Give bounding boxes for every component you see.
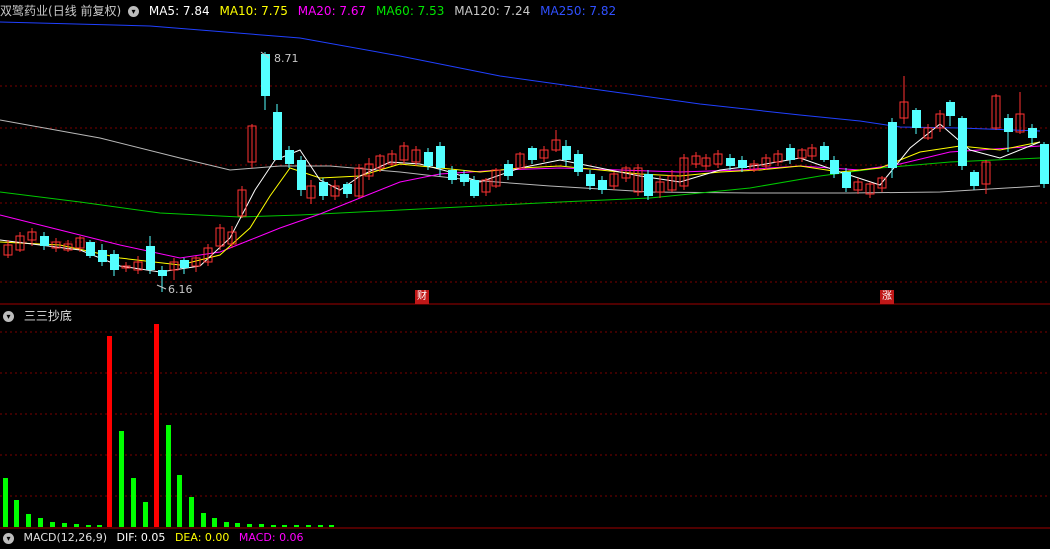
- indicator-bar: [107, 336, 112, 527]
- indicator-bar: [329, 525, 334, 527]
- indicator-bar: [154, 324, 159, 527]
- indicator-bar: [3, 478, 8, 527]
- indicator-chart[interactable]: [0, 0, 1050, 538]
- dropdown-icon[interactable]: ▾: [3, 532, 14, 544]
- indicator-bar: [38, 518, 43, 527]
- macd-legend: ▾ MACD(12,26,9) DIF: 0.05 DEA: 0.00 MACD…: [0, 527, 310, 549]
- indicator-bar: [201, 513, 206, 527]
- indicator-bar: [131, 478, 136, 527]
- indicator-bar: [143, 502, 148, 527]
- indicator-bar: [119, 431, 124, 527]
- indicator-bar: [189, 497, 194, 527]
- indicator-bar: [166, 425, 171, 527]
- indicator-bar: [212, 518, 217, 527]
- indicator-bar: [177, 475, 182, 527]
- indicator-bar: [318, 525, 323, 527]
- indicator-bars: [3, 324, 334, 527]
- indicator-bar: [26, 514, 31, 527]
- indicator-bar: [14, 500, 19, 527]
